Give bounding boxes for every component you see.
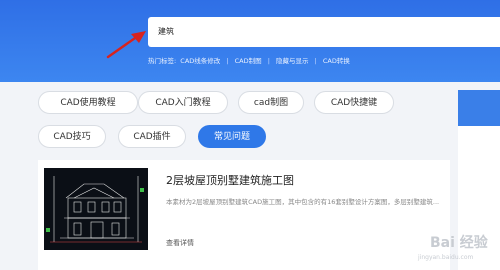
watermark-brand: Bai 经验: [430, 235, 488, 251]
hot-tags-label: 热门标签:: [148, 57, 177, 65]
annotation-arrow-icon: [106, 31, 146, 59]
hot-tag-cad-convert[interactable]: CAD转换: [323, 57, 350, 65]
article-thumbnail[interactable]: [44, 168, 148, 250]
view-details-link[interactable]: 查看详情: [166, 238, 194, 248]
article-card[interactable]: 2层坡屋顶别墅建筑施工图 本素材为2层坡屋顶别墅建筑CAD施工图，其中包含的有1…: [38, 160, 450, 270]
hot-tag-cad-drawing[interactable]: CAD制图: [235, 57, 262, 65]
search-input-value: 建筑: [158, 27, 174, 36]
hot-tag-separator: |: [314, 57, 317, 65]
hot-tags: 热门标签: CAD线条修改 | CAD制图 | 隐藏与显示 | CAD转换: [148, 55, 350, 65]
category-tag-cad-drawing[interactable]: cad制图: [238, 91, 304, 114]
article-description: 本素材为2层坡屋顶别墅建筑CAD施工图，其中包含的有16套别墅设计方案图，多层别…: [166, 198, 440, 206]
baidu-jingyan-watermark: Bai 经验 jingyan.baidu.com: [408, 226, 498, 270]
villa-elevation-drawing-icon: [46, 176, 144, 243]
hot-tag-hide-show[interactable]: 隐藏与显示: [276, 57, 309, 65]
category-tag-cad-tips[interactable]: CAD技巧: [38, 125, 106, 148]
article-title[interactable]: 2层坡屋顶别墅建筑施工图: [166, 172, 294, 188]
category-tag-cad-tutorial[interactable]: CAD使用教程: [38, 91, 138, 114]
search-input[interactable]: 建筑: [148, 17, 500, 47]
category-tag-cad-shortcuts[interactable]: CAD快捷键: [314, 91, 394, 114]
category-tag-faq[interactable]: 常见问题: [198, 125, 266, 148]
category-tag-cad-plugins[interactable]: CAD插件: [118, 125, 186, 148]
watermark-url: jingyan.baidu.com: [418, 254, 474, 261]
hot-tag-cad-line-edit[interactable]: CAD线条修改: [180, 57, 220, 65]
hot-tag-separator: |: [267, 57, 270, 65]
category-tag-cad-beginner[interactable]: CAD入门教程: [138, 91, 228, 114]
right-sidebar-header: [458, 90, 500, 126]
hot-tag-separator: |: [226, 57, 229, 65]
